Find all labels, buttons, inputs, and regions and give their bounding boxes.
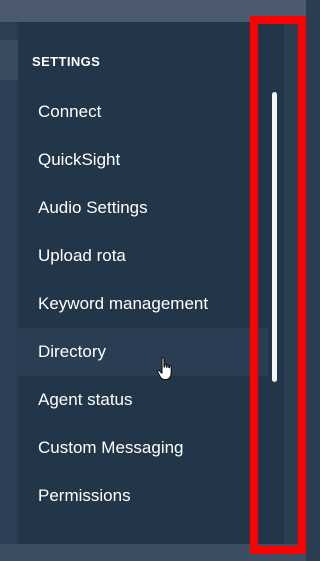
hand-pointer-icon [156,357,172,381]
menu-item-custom-messaging[interactable]: Custom Messaging [18,424,268,472]
menu-item-upload-rota[interactable]: Upload rota [18,232,268,280]
menu-item-audio-settings[interactable]: Audio Settings [18,184,268,232]
menu-scrollbar-thumb[interactable] [272,92,277,382]
bottom-strip [0,544,306,561]
menu-item-quicksight[interactable]: QuickSight [18,136,268,184]
menu-item-permissions[interactable]: Permissions [18,472,268,520]
menu-item-directory[interactable]: Directory [18,328,268,376]
settings-section-title: SETTINGS [32,54,101,69]
menu-item-agent-status[interactable]: Agent status [18,376,268,424]
right-gutter [284,22,306,544]
settings-menu-list: Connect QuickSight Audio Settings Upload… [18,88,268,520]
menu-item-connect[interactable]: Connect [18,88,268,136]
sidebar-collapse-handle[interactable] [0,40,18,80]
menu-item-keyword-management[interactable]: Keyword management [18,280,268,328]
top-strip [0,0,306,22]
left-gutter [0,22,16,561]
